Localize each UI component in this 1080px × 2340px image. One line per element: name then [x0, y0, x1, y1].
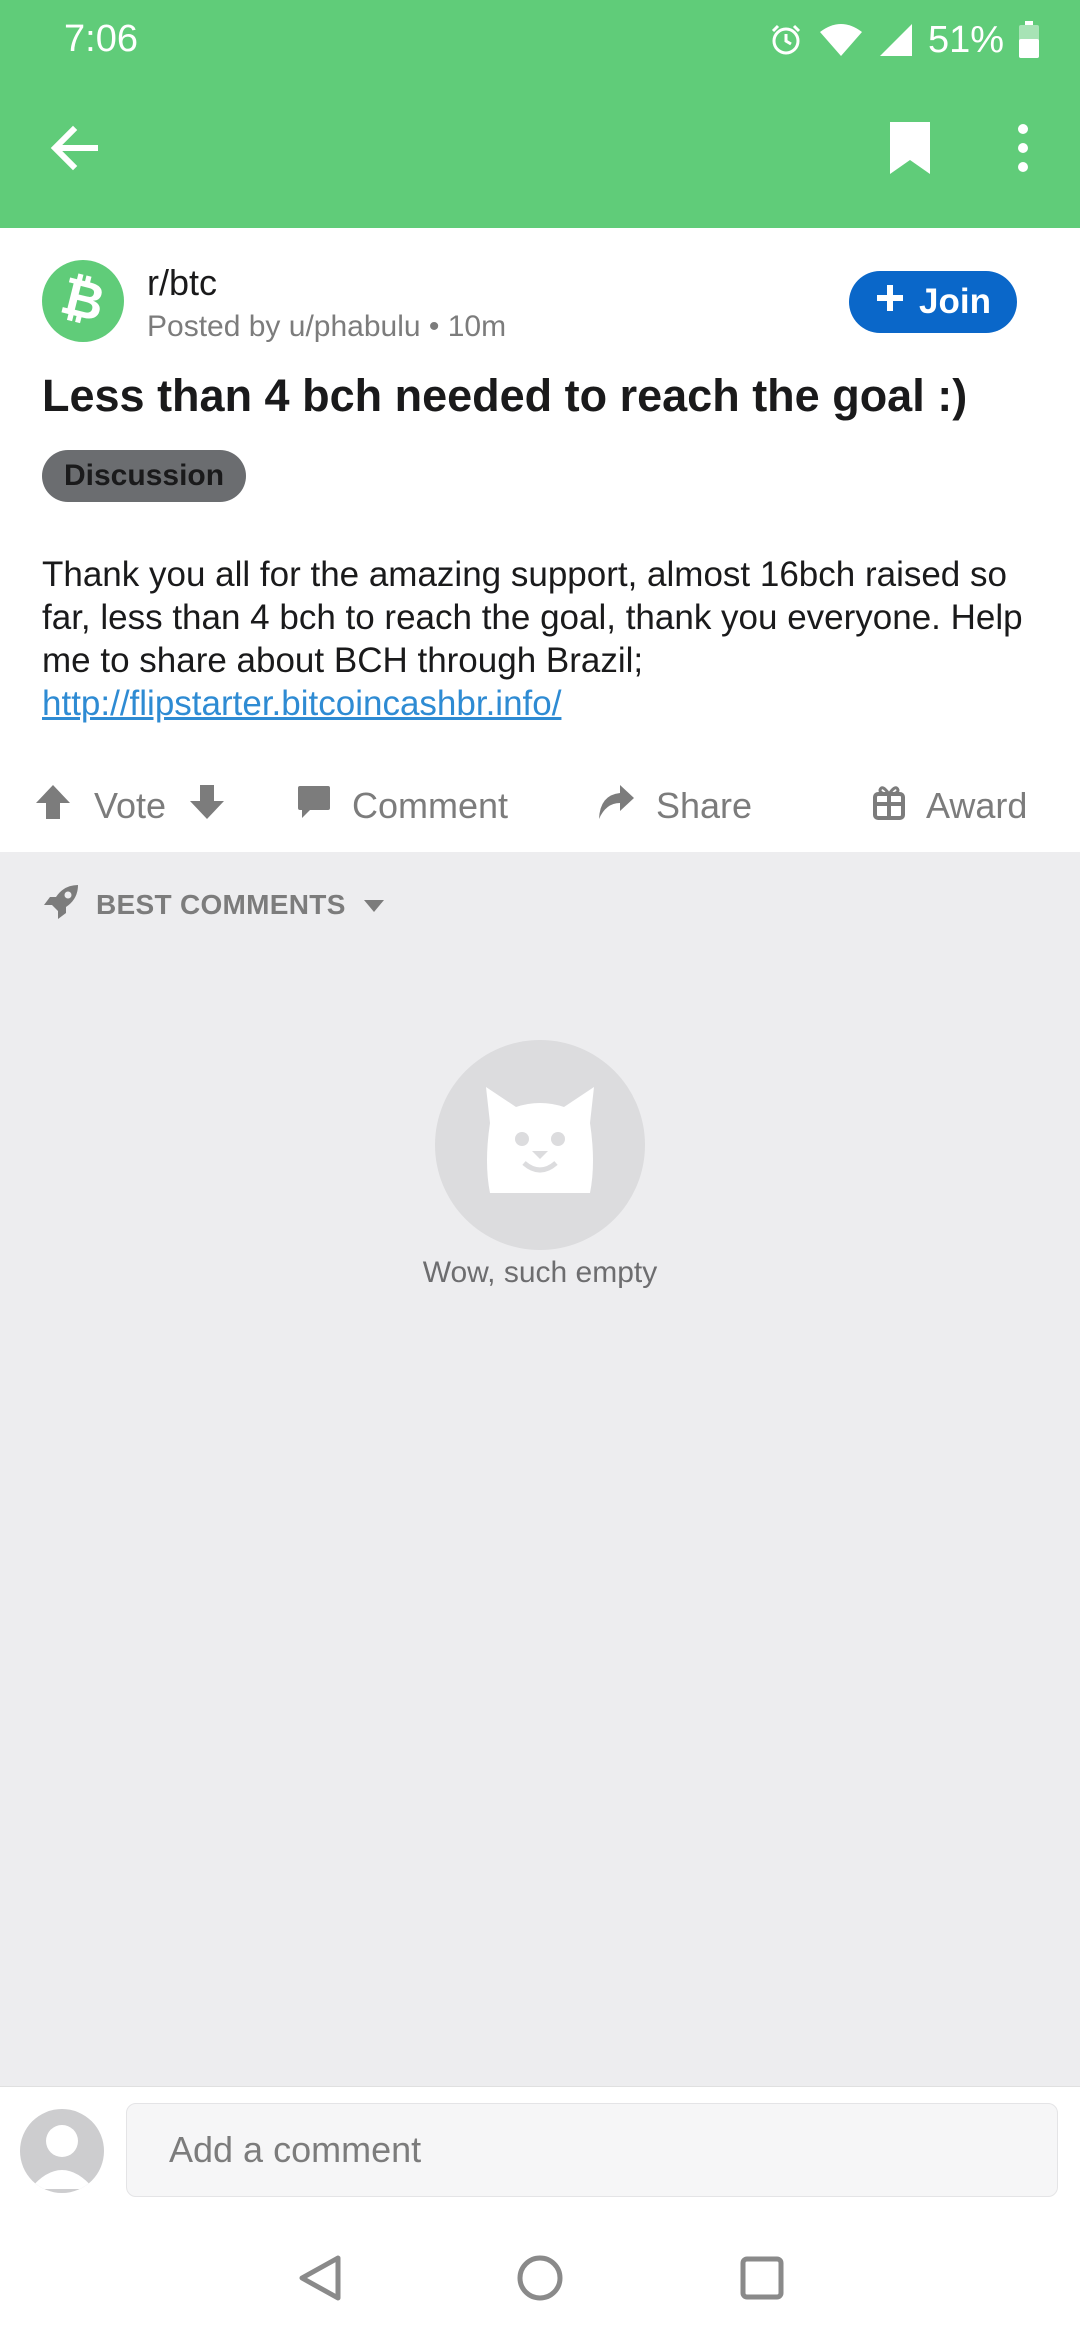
post-meta: Posted by u/phabulu • 10m	[147, 310, 507, 343]
back-button[interactable]	[36, 112, 112, 188]
rocket-icon	[42, 883, 80, 928]
more-vertical-icon	[1017, 123, 1029, 178]
vote-label: Vote	[94, 785, 167, 826]
battery-percent: 51%	[927, 18, 1004, 61]
comment-button[interactable]: Comment	[296, 760, 508, 852]
circle-home-icon	[516, 2254, 564, 2307]
post-title: Less than 4 bch needed to reach the goal…	[42, 370, 968, 421]
post-action-bar: Vote Comment Share Award	[0, 760, 1080, 852]
alarm-icon	[768, 22, 804, 58]
more-options-button[interactable]	[990, 112, 1056, 188]
battery-icon	[1018, 21, 1040, 59]
post-flair: Discussion	[42, 450, 247, 502]
join-button[interactable]: Join	[849, 271, 1017, 333]
svg-text:₿: ₿	[57, 269, 109, 329]
subreddit-avatar[interactable]: ₿	[42, 260, 124, 342]
nav-recents-button[interactable]	[722, 2240, 802, 2320]
app-header: 7:06 51%	[0, 0, 1080, 228]
comment-sort-button[interactable]: BEST COMMENTS	[42, 882, 386, 928]
comments-section: BEST COMMENTS Wow, such empty	[0, 852, 1080, 2086]
post-body: Thank you all for the amazing support, a…	[42, 553, 1042, 725]
bookmark-button[interactable]	[872, 112, 948, 188]
bookmark-icon	[888, 120, 932, 181]
back-arrow-icon	[49, 125, 99, 176]
comment-label: Comment	[352, 785, 509, 826]
bitcoin-icon: ₿	[55, 265, 111, 333]
post-link[interactable]: http://flipstarter.bitcoincashbr.info/	[42, 684, 561, 723]
status-bar: 7:06 51%	[0, 0, 1080, 80]
sort-label: BEST COMMENTS	[96, 889, 346, 920]
square-recents-icon	[740, 2256, 784, 2305]
comment-icon	[296, 784, 332, 829]
caret-down-icon	[362, 889, 386, 921]
join-label: Join	[919, 282, 991, 321]
nav-home-button[interactable]	[500, 2240, 580, 2320]
wifi-icon	[818, 22, 864, 58]
comment-composer	[0, 2086, 1080, 2214]
triangle-back-icon	[298, 2254, 342, 2307]
status-icons: 51%	[768, 18, 1040, 62]
share-icon	[596, 783, 636, 830]
system-navigation-bar	[0, 2214, 1080, 2340]
award-button[interactable]: Award	[872, 760, 1027, 852]
signal-icon	[878, 22, 914, 58]
share-label: Share	[656, 785, 753, 826]
subreddit-name[interactable]: r/btc	[147, 262, 217, 304]
empty-state-illustration	[435, 1040, 645, 1250]
plus-icon	[875, 282, 905, 322]
vote-group: Vote	[34, 760, 226, 852]
nav-back-button[interactable]	[280, 2240, 360, 2320]
cat-icon	[480, 1083, 600, 1208]
gift-icon	[872, 784, 906, 829]
downvote-icon[interactable]	[188, 783, 226, 830]
award-label: Award	[926, 785, 1028, 826]
add-comment-input[interactable]	[126, 2103, 1058, 2197]
status-time: 7:06	[64, 18, 138, 60]
user-avatar[interactable]	[20, 2109, 104, 2193]
empty-state-text: Wow, such empty	[422, 1256, 658, 1289]
upvote-icon[interactable]	[34, 783, 72, 830]
share-button[interactable]: Share	[596, 760, 752, 852]
post-body-text: Thank you all for the amazing support, a…	[42, 555, 1023, 680]
